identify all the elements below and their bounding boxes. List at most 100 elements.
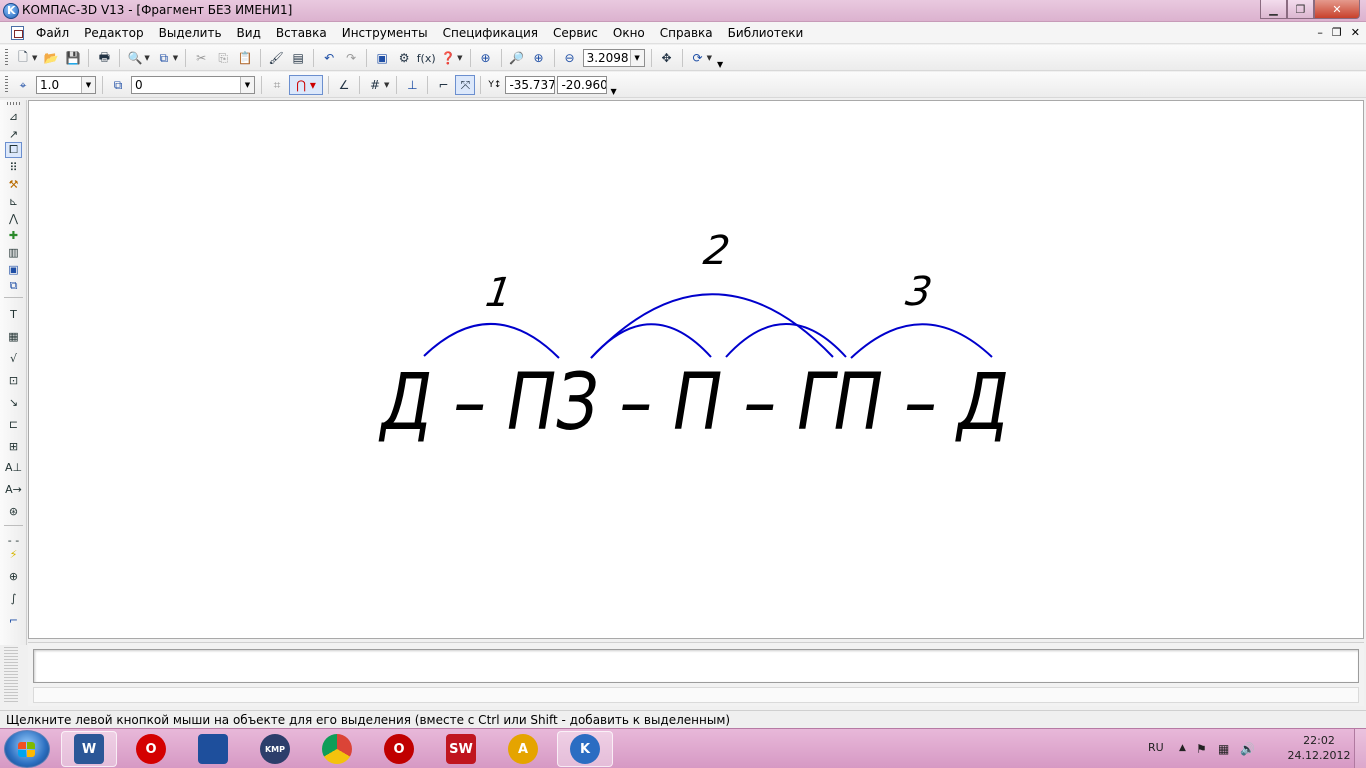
- save-icon[interactable]: 💾: [63, 48, 83, 68]
- toolbar-overflow-icon[interactable]: ▼: [610, 87, 616, 96]
- roughness-icon[interactable]: √: [5, 350, 22, 366]
- maximize-button[interactable]: ❐: [1287, 0, 1314, 19]
- view-arrow-icon[interactable]: A→: [5, 481, 22, 497]
- x-coordinate-field[interactable]: -35.737: [505, 76, 556, 94]
- leader-icon[interactable]: ↘: [5, 394, 22, 410]
- close-button[interactable]: ✕: [1314, 0, 1360, 19]
- chevron-down-icon[interactable]: ▼: [240, 77, 254, 93]
- show-desktop-button[interactable]: [1354, 729, 1366, 768]
- arc-label-3[interactable]: 3: [903, 269, 935, 315]
- arc-pz-p[interactable]: [590, 323, 712, 359]
- kompas-app-icon[interactable]: K: [3, 3, 19, 19]
- chevron-down-icon[interactable]: ▼: [629, 50, 644, 66]
- y-coordinate-field[interactable]: -20.960: [557, 76, 608, 94]
- minimize-button[interactable]: ▁: [1260, 0, 1287, 19]
- chevron-down-icon[interactable]: ▼: [144, 54, 149, 62]
- chevron-down-icon[interactable]: ▼: [384, 81, 389, 89]
- reports-icon[interactable]: ▥: [5, 244, 22, 260]
- measure-icon[interactable]: ⊾: [5, 193, 22, 209]
- round-icon[interactable]: ∠: [334, 75, 354, 95]
- refresh-view-icon[interactable]: ⟳: [688, 48, 708, 68]
- spec-icon[interactable]: ✚: [5, 227, 22, 243]
- fx-icon[interactable]: f(x): [416, 48, 436, 68]
- center-mark-icon[interactable]: ⊕: [5, 568, 22, 584]
- panel-grip[interactable]: [4, 647, 18, 702]
- print-icon[interactable]: 🖶: [94, 48, 114, 68]
- clock[interactable]: 22:02 24.12.2012: [1284, 733, 1354, 763]
- menu-file[interactable]: Файл: [36, 26, 69, 40]
- open-folder-icon[interactable]: 📂: [41, 48, 61, 68]
- taskbar-chrome-button[interactable]: [309, 731, 365, 767]
- taskbar-word-button[interactable]: W: [61, 731, 117, 767]
- chevron-down-icon[interactable]: ▼: [707, 54, 712, 62]
- action-center-icon[interactable]: ⚑: [1196, 742, 1210, 756]
- text-icon[interactable]: T: [5, 306, 22, 322]
- menu-window[interactable]: Окно: [613, 26, 645, 40]
- volume-icon[interactable]: 🔊: [1240, 742, 1255, 756]
- arc-label-1[interactable]: 1: [483, 270, 515, 316]
- language-indicator[interactable]: RU: [1148, 741, 1164, 754]
- library-icon[interactable]: ▤: [288, 48, 308, 68]
- sizes-icon[interactable]: ↗: [5, 126, 22, 142]
- pan-icon[interactable]: ✥: [657, 48, 677, 68]
- menu-tools[interactable]: Инструменты: [342, 26, 428, 40]
- table-icon[interactable]: ▦: [5, 328, 22, 344]
- tolerance-icon[interactable]: ⊏: [5, 416, 22, 432]
- command-input-area[interactable]: [33, 649, 1359, 683]
- process-formula[interactable]: Д – ПЗ – П – ГП – Д: [378, 358, 1009, 448]
- base-icon[interactable]: ⊡: [5, 372, 22, 388]
- print-preview-icon[interactable]: 🔍: [125, 48, 145, 68]
- taskbar-archicad-button[interactable]: A: [495, 731, 551, 767]
- mark-icon[interactable]: ⊛: [5, 503, 22, 519]
- break-line-icon[interactable]: ⌐: [5, 612, 22, 628]
- lightning-icon[interactable]: ⚡: [5, 546, 22, 562]
- menu-select[interactable]: Выделить: [159, 26, 222, 40]
- variables-icon[interactable]: ⚙: [394, 48, 414, 68]
- zoom-combo[interactable]: 3.2098 ▼: [582, 49, 645, 67]
- zoom-all-icon[interactable]: ⊕: [476, 48, 496, 68]
- taskbar-opera-2-button[interactable]: O: [371, 731, 427, 767]
- select-icon[interactable]: ⋀: [5, 210, 22, 226]
- redo-icon[interactable]: ↷: [341, 48, 361, 68]
- cursor-coordinates-icon[interactable]: ⤧: [455, 75, 476, 95]
- taskbar-opera-button[interactable]: O: [123, 731, 179, 767]
- cursor-step-icon[interactable]: ⌖: [13, 75, 33, 95]
- layer-state-icon[interactable]: ⧉: [108, 75, 128, 95]
- toolbar-grip[interactable]: [5, 76, 8, 94]
- start-button[interactable]: [4, 730, 50, 768]
- undo-icon[interactable]: ↶: [319, 48, 339, 68]
- geometry-icon[interactable]: ⊿: [5, 108, 22, 124]
- arc-label-2[interactable]: 2: [701, 228, 733, 274]
- menu-specification[interactable]: Спецификация: [443, 26, 538, 40]
- menu-insert[interactable]: Вставка: [276, 26, 327, 40]
- arc-1[interactable]: [423, 323, 560, 359]
- menu-help[interactable]: Справка: [660, 26, 713, 40]
- chevron-down-icon[interactable]: ▼: [81, 77, 95, 93]
- doc-restore-button[interactable]: ❐: [1332, 26, 1342, 39]
- edit-icon[interactable]: ⠿: [5, 159, 22, 175]
- toolbar-grip[interactable]: [5, 49, 8, 67]
- doc-close-button[interactable]: ✕: [1351, 26, 1360, 39]
- notation-icon[interactable]: ⧠: [5, 142, 22, 158]
- parametrization-icon[interactable]: ⚒: [5, 176, 22, 192]
- menu-libraries[interactable]: Библиотеки: [728, 26, 804, 40]
- insert-views-icon[interactable]: ▣: [5, 261, 22, 277]
- position-icon[interactable]: ⊞: [5, 438, 22, 454]
- toolbar-overflow-icon[interactable]: ▼: [717, 60, 723, 69]
- manager-icon[interactable]: ⧉: [154, 48, 174, 68]
- taskbar-kompas-button[interactable]: K: [557, 731, 613, 767]
- parametric-mode-icon[interactable]: ⌐: [433, 75, 453, 95]
- taskbar-solidworks-button[interactable]: SW: [433, 731, 489, 767]
- grid-icon[interactable]: #: [365, 75, 385, 95]
- chevron-down-icon[interactable]: ▼: [32, 54, 37, 62]
- chevron-down-icon[interactable]: ▼: [457, 54, 462, 62]
- menu-view[interactable]: Вид: [237, 26, 261, 40]
- taskbar-save-button[interactable]: [185, 731, 241, 767]
- zoom-scale-icon[interactable]: ⊖: [560, 48, 580, 68]
- cut-line-icon[interactable]: A⊥: [5, 459, 22, 475]
- cut-icon[interactable]: ✂: [191, 48, 211, 68]
- document-icon[interactable]: [11, 26, 24, 40]
- help-pointer-icon[interactable]: ❓: [438, 48, 458, 68]
- local-cs-icon[interactable]: ⌗: [267, 75, 287, 95]
- copy-icon[interactable]: ⎘: [213, 48, 233, 68]
